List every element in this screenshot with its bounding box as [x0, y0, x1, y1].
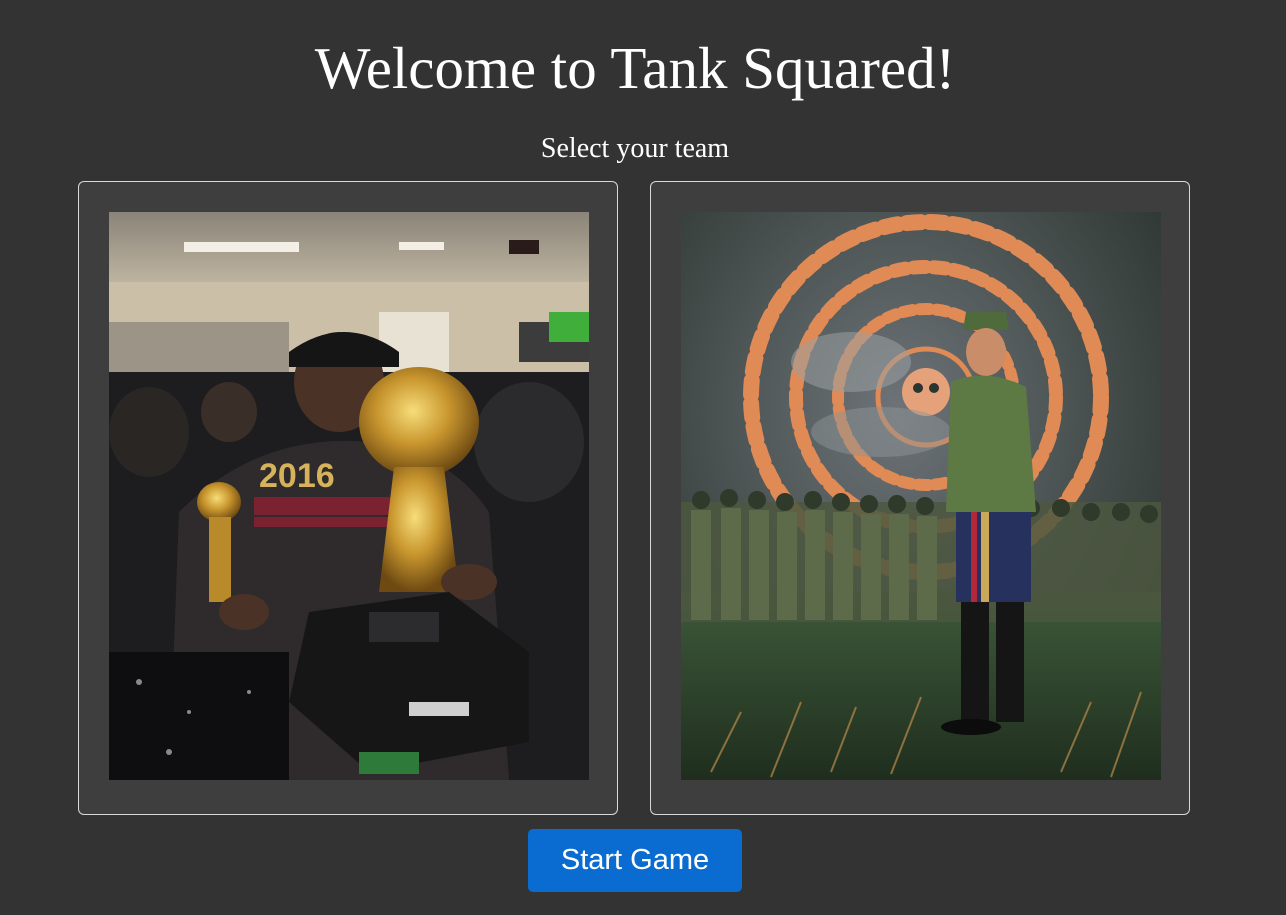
team-image-left: 2016: [109, 212, 589, 780]
start-game-button[interactable]: Start Game: [528, 829, 742, 892]
locker-room-photo: 2016: [109, 212, 589, 780]
shirt-year-text: 2016: [259, 457, 335, 495]
team-select-prompt: Select your team: [540, 133, 730, 164]
page-title: Welcome to Tank Squared!: [314, 35, 956, 101]
soldier-painting: [681, 212, 1161, 780]
team-card-right[interactable]: [650, 181, 1190, 815]
team-image-right: [681, 212, 1161, 780]
team-card-left[interactable]: 2016: [78, 181, 618, 815]
